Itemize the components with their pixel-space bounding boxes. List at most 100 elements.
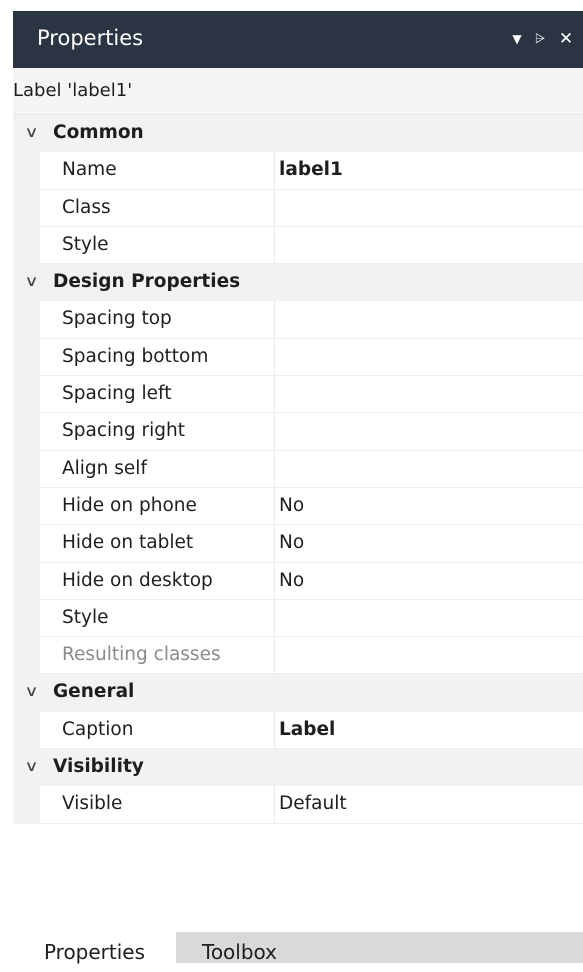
property-value-field[interactable] (275, 413, 583, 451)
left-edge-strip (0, 0, 13, 963)
property-value-field[interactable] (275, 450, 583, 488)
property-value-field[interactable] (275, 376, 583, 414)
dropdown-icon[interactable]: ▼ (506, 11, 528, 68)
property-name: Align self (62, 457, 147, 479)
chevron-down-icon[interactable]: ∨ (24, 682, 38, 700)
property-value-field[interactable]: label1 (275, 152, 583, 190)
property-name-cell[interactable]: Spacing right (40, 413, 275, 451)
selected-object-header: Label 'label1' (13, 68, 583, 115)
property-name: Hide on phone (62, 494, 197, 516)
property-row[interactable]: Hide on tablet No (13, 525, 583, 563)
property-name-cell[interactable]: Class (40, 189, 275, 227)
row-gutter (13, 226, 40, 265)
row-gutter (13, 376, 40, 414)
row-gutter (13, 450, 40, 488)
property-value-field[interactable] (275, 338, 583, 377)
property-row[interactable]: Spacing left (13, 376, 583, 414)
chevron-down-icon[interactable]: ∨ (24, 757, 38, 775)
row-gutter (13, 562, 40, 600)
property-row[interactable]: Spacing top (13, 301, 583, 339)
chevron-down-icon[interactable]: ∨ (24, 272, 38, 290)
property-name: Spacing bottom (62, 345, 209, 367)
property-row[interactable]: Hide on desktop No (13, 562, 583, 600)
property-name-cell[interactable]: Hide on desktop (40, 562, 275, 600)
property-row[interactable]: Visible Default (13, 786, 583, 824)
property-name-cell[interactable]: Align self (40, 450, 275, 488)
property-value-field[interactable] (275, 637, 583, 675)
property-value-field[interactable] (275, 599, 583, 638)
property-row[interactable]: Hide on phone No (13, 487, 583, 526)
property-name: Resulting classes (62, 644, 221, 666)
pin-icon[interactable]: ⩥ (530, 11, 550, 68)
property-row[interactable]: Class (13, 189, 583, 227)
property-name: Hide on tablet (62, 532, 194, 554)
property-value-field[interactable]: Label (275, 711, 583, 750)
property-name: Class (62, 196, 111, 218)
category-header[interactable]: ∨ Visibility (13, 749, 583, 787)
property-name-cell[interactable]: Name (40, 152, 275, 190)
property-name-cell[interactable]: Hide on tablet (40, 525, 275, 563)
property-name-cell[interactable]: Caption (40, 711, 275, 750)
property-name-cell[interactable]: Spacing bottom (40, 338, 275, 377)
property-row[interactable]: Style (13, 599, 583, 638)
row-gutter (13, 413, 40, 451)
property-row[interactable]: Align self (13, 450, 583, 488)
row-gutter (13, 487, 40, 526)
property-value: No (279, 494, 305, 516)
row-gutter (13, 301, 40, 339)
property-value-field[interactable]: No (275, 487, 583, 526)
row-gutter (13, 152, 40, 190)
row-gutter (13, 189, 40, 227)
property-name: Spacing right (62, 420, 185, 442)
property-name-cell[interactable]: Spacing left (40, 376, 275, 414)
property-value: label1 (279, 159, 343, 181)
property-name-cell[interactable]: Style (40, 226, 275, 265)
property-name-cell[interactable]: Resulting classes (40, 637, 275, 675)
property-name-cell[interactable]: Hide on phone (40, 487, 275, 526)
property-value: Default (279, 793, 347, 815)
property-row[interactable]: Caption Label (13, 711, 583, 750)
property-name: Style (62, 606, 109, 628)
chevron-down-icon[interactable]: ∨ (24, 123, 38, 141)
property-name: Style (62, 233, 109, 255)
property-value-field[interactable] (275, 301, 583, 339)
row-gutter (13, 786, 40, 824)
property-name-cell[interactable]: Style (40, 599, 275, 638)
row-gutter (13, 338, 40, 377)
property-value-field[interactable] (275, 226, 583, 265)
property-value: No (279, 569, 305, 591)
category-label: General (53, 681, 135, 703)
property-row[interactable]: Style (13, 226, 583, 265)
tab-properties[interactable]: Properties (13, 932, 176, 964)
category-header[interactable]: ∨ Common (13, 115, 583, 153)
close-icon[interactable]: ✕ (554, 11, 578, 68)
property-name-cell[interactable]: Visible (40, 786, 275, 824)
property-name: Visible (62, 793, 123, 815)
row-gutter (13, 525, 40, 563)
property-name: Hide on desktop (62, 569, 213, 591)
property-name: Spacing top (62, 308, 172, 330)
category-label: Design Properties (53, 271, 241, 293)
category-header[interactable]: ∨ General (13, 674, 583, 712)
panel-title: Properties (37, 26, 144, 50)
property-row[interactable]: Name label1 (13, 152, 583, 190)
property-value-field[interactable]: No (275, 562, 583, 600)
property-name-cell[interactable]: Spacing top (40, 301, 275, 339)
properties-window: Properties ▼ ⩥ ✕ Label 'label1' ∨ Common N… (0, 0, 583, 964)
row-gutter (13, 637, 40, 675)
property-row[interactable]: Spacing bottom (13, 338, 583, 377)
category-header[interactable]: ∨ Design Properties (13, 264, 583, 302)
property-value-field[interactable]: Default (275, 786, 583, 824)
row-gutter (13, 711, 40, 750)
property-value-field[interactable]: No (275, 525, 583, 563)
tab-toolbox[interactable]: Toolbox (176, 932, 583, 964)
row-gutter (13, 599, 40, 638)
panel-titlebar[interactable]: Properties ▼ ⩥ ✕ (13, 11, 583, 68)
property-row[interactable]: Spacing right (13, 413, 583, 451)
property-value-field[interactable] (275, 189, 583, 227)
selected-object-label: Label 'label1' (13, 80, 133, 101)
property-value: Label (279, 718, 336, 740)
panel-tabs: Properties Toolbox (13, 932, 583, 964)
property-row[interactable]: Resulting classes (13, 637, 583, 675)
category-label: Visibility (53, 756, 144, 778)
